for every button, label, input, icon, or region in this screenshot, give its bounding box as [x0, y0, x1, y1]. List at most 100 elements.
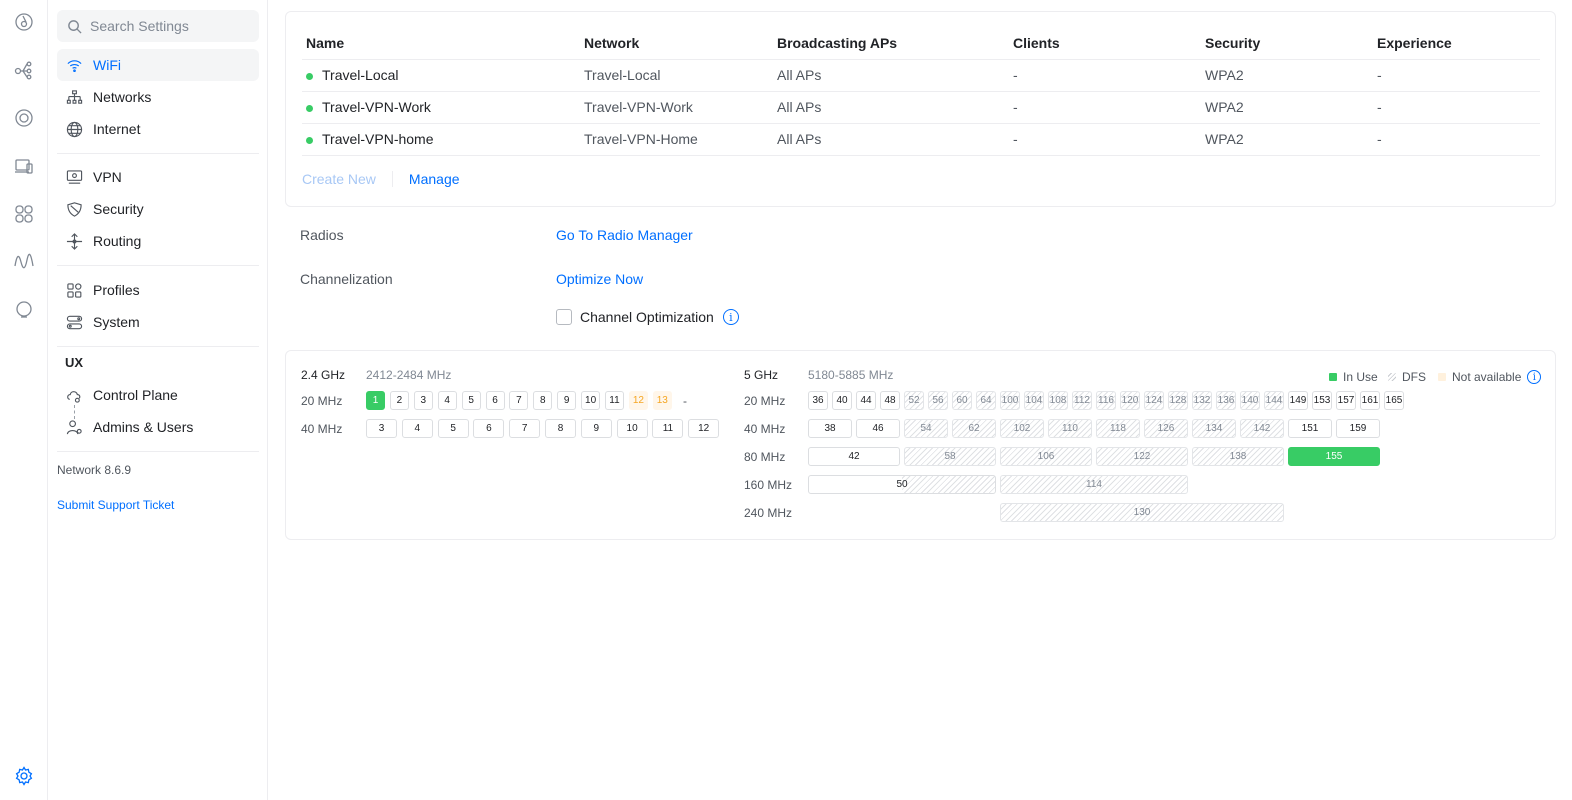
channel-5-160-50[interactable]: 50 [808, 475, 996, 494]
channel-24-40-6[interactable]: 6 [473, 419, 505, 438]
channel-5-40-142[interactable]: 142 [1240, 419, 1284, 438]
sidebar-item-security[interactable]: Security [57, 193, 259, 225]
channel-5-40-134[interactable]: 134 [1192, 419, 1236, 438]
sidebar-item-wifi[interactable]: WiFi [57, 49, 259, 81]
channel-5-20-165[interactable]: 165 [1384, 391, 1404, 410]
devices-icon[interactable] [12, 106, 36, 130]
channel-5-20-128[interactable]: 128 [1168, 391, 1188, 410]
topology-icon[interactable] [12, 58, 36, 82]
channel-5-20-124[interactable]: 124 [1144, 391, 1164, 410]
channel-5-40-46[interactable]: 46 [856, 419, 900, 438]
channel-24-20-6[interactable]: 6 [485, 391, 505, 410]
channel-5-20-48[interactable]: 48 [880, 391, 900, 410]
channel-5-20-56[interactable]: 56 [928, 391, 948, 410]
channel-24-40-11[interactable]: 11 [652, 419, 684, 438]
channel-5-20-112[interactable]: 112 [1072, 391, 1092, 410]
sidebar-item-internet[interactable]: Internet [57, 113, 259, 145]
channel-5-20-136[interactable]: 136 [1216, 391, 1236, 410]
create-new-button[interactable]: Create New [302, 171, 376, 187]
channel-5-40-62[interactable]: 62 [952, 419, 996, 438]
insights-icon[interactable] [12, 298, 36, 322]
channel-5-20-44[interactable]: 44 [856, 391, 876, 410]
channel-5-40-159[interactable]: 159 [1336, 419, 1380, 438]
channel-24-20-3[interactable]: 3 [413, 391, 433, 410]
channel-5-20-100[interactable]: 100 [1000, 391, 1020, 410]
channel-24-20-4[interactable]: 4 [437, 391, 457, 410]
channel-24-40-8[interactable]: 8 [545, 419, 576, 438]
sidebar-item-admins-users[interactable]: Admins & Users [57, 411, 259, 443]
channel-24-20-10[interactable]: 10 [581, 391, 601, 410]
column-header[interactable]: Name [302, 28, 580, 60]
channel-5-20-36[interactable]: 36 [808, 391, 828, 410]
column-header[interactable]: Network [580, 28, 773, 60]
support-ticket-link[interactable]: Submit Support Ticket [57, 498, 174, 512]
channel-5-40-110[interactable]: 110 [1048, 419, 1092, 438]
channel-24-20-11[interactable]: 11 [605, 391, 624, 410]
statistics-icon[interactable] [12, 202, 36, 226]
channel-5-20-140[interactable]: 140 [1240, 391, 1260, 410]
channel-24-40-9[interactable]: 9 [580, 419, 612, 438]
channel-5-80-155[interactable]: 155 [1288, 447, 1380, 466]
channel-24-20-5[interactable]: 5 [461, 391, 481, 410]
channel-24-20-1[interactable]: 1 [366, 391, 385, 410]
channel-5-20-144[interactable]: 144 [1264, 391, 1284, 410]
channel-24-40-3[interactable]: 3 [366, 419, 397, 438]
search-input[interactable] [90, 18, 250, 34]
channel-5-20-153[interactable]: 153 [1312, 391, 1332, 410]
table-row[interactable]: Travel-Local Travel-Local All APs - WPA2… [302, 59, 1540, 92]
channel-5-80-122[interactable]: 122 [1096, 447, 1188, 466]
column-header[interactable]: Experience [1373, 28, 1540, 60]
column-header[interactable]: Clients [1009, 28, 1201, 60]
channel-5-20-64[interactable]: 64 [976, 391, 996, 410]
info-icon[interactable]: i [1527, 370, 1542, 384]
info-icon[interactable]: i [722, 309, 739, 325]
channel-5-40-54[interactable]: 54 [904, 419, 948, 438]
channel-5-40-38[interactable]: 38 [808, 419, 852, 438]
column-header[interactable]: Broadcasting APs [773, 28, 1009, 60]
channel-24-40-10[interactable]: 10 [616, 419, 648, 438]
settings-icon[interactable] [12, 764, 36, 788]
channel-24-20-2[interactable]: 2 [389, 391, 409, 410]
channel-5-20-120[interactable]: 120 [1120, 391, 1140, 410]
channel-24-40-5[interactable]: 5 [437, 419, 469, 438]
channel-5-80-106[interactable]: 106 [1000, 447, 1092, 466]
sidebar-item-control-plane[interactable]: Control Plane [57, 379, 259, 411]
table-row[interactable]: Travel-VPN-Work Travel-VPN-Work All APs … [302, 91, 1540, 124]
sidebar-item-system[interactable]: System [57, 306, 259, 338]
sidebar-item-networks[interactable]: Networks [57, 81, 259, 113]
channel-5-40-102[interactable]: 102 [1000, 419, 1044, 438]
sidebar-item-profiles[interactable]: Profiles [57, 274, 259, 306]
channel-5-160-114[interactable]: 114 [1000, 475, 1188, 494]
channel-5-20-116[interactable]: 116 [1096, 391, 1116, 410]
channel-5-20-157[interactable]: 157 [1336, 391, 1356, 410]
channel-24-20-9[interactable]: 9 [557, 391, 577, 410]
manage-button[interactable]: Manage [409, 171, 460, 187]
channel-24-20-12[interactable]: 12 [628, 391, 648, 410]
channel-24-20-7[interactable]: 7 [509, 391, 529, 410]
channel-24-20-8[interactable]: 8 [533, 391, 553, 410]
channel-5-80-42[interactable]: 42 [808, 447, 900, 466]
search-box[interactable] [57, 10, 259, 42]
channel-5-40-118[interactable]: 118 [1096, 419, 1140, 438]
channel-24-40-7[interactable]: 7 [509, 419, 541, 438]
channel-5-20-40[interactable]: 40 [832, 391, 852, 410]
channel-5-20-161[interactable]: 161 [1360, 391, 1380, 410]
dashboard-icon[interactable] [12, 10, 36, 34]
radio-manager-link[interactable]: Go To Radio Manager [556, 227, 693, 243]
channel-optimization-checkbox[interactable] [556, 309, 572, 325]
table-row[interactable]: Travel-VPN-home Travel-VPN-Home All APs … [302, 123, 1540, 156]
sidebar-item-vpn[interactable]: VPN [57, 161, 259, 193]
channel-5-20-149[interactable]: 149 [1288, 391, 1308, 410]
sidebar-item-routing[interactable]: Routing [57, 225, 259, 257]
channel-5-20-104[interactable]: 104 [1024, 391, 1044, 410]
column-header[interactable]: Security [1201, 28, 1373, 60]
channel-5-20-108[interactable]: 108 [1048, 391, 1068, 410]
channel-5-240-130[interactable]: 130 [1000, 503, 1284, 522]
channel-24-40-4[interactable]: 4 [401, 419, 433, 438]
channel-5-20-52[interactable]: 52 [904, 391, 924, 410]
channel-5-80-138[interactable]: 138 [1192, 447, 1284, 466]
clients-icon[interactable] [12, 154, 36, 178]
wave-icon[interactable] [12, 250, 36, 274]
channel-5-40-151[interactable]: 151 [1288, 419, 1332, 438]
channel-5-80-58[interactable]: 58 [904, 447, 996, 466]
